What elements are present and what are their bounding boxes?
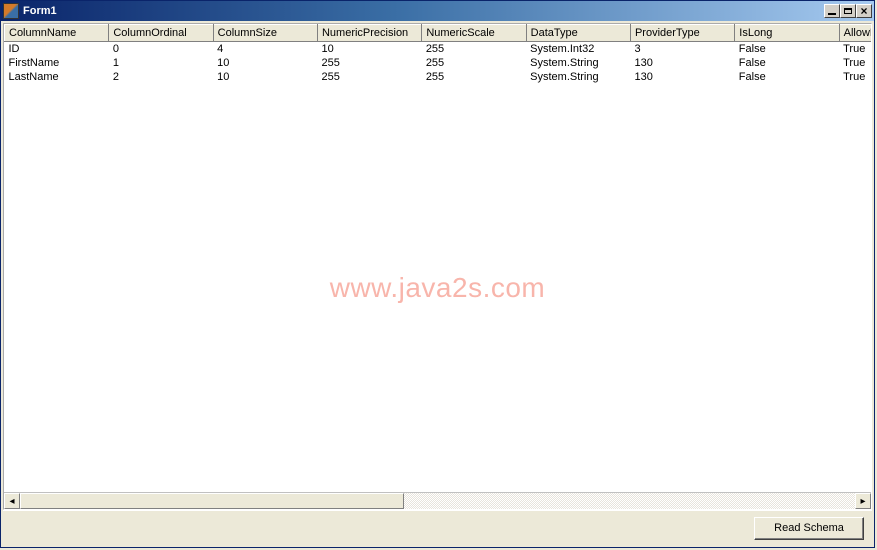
window-title: Form1 — [23, 5, 824, 17]
table-cell: 130 — [630, 70, 734, 84]
column-header[interactable]: DataType — [526, 25, 630, 42]
table-cell: ID — [5, 42, 109, 57]
maximize-button[interactable] — [840, 4, 856, 18]
table-cell: 10 — [317, 42, 421, 57]
table-cell: 255 — [422, 70, 526, 84]
minimize-button[interactable] — [824, 4, 840, 18]
table-cell: 10 — [213, 70, 317, 84]
table-cell: 255 — [317, 70, 421, 84]
table-cell: System.String — [526, 70, 630, 84]
listview-body: ColumnNameColumnOrdinalColumnSizeNumeric… — [4, 24, 871, 492]
titlebar[interactable]: Form1 × — [1, 1, 874, 21]
column-header[interactable]: NumericPrecision — [317, 25, 421, 42]
column-header[interactable]: ColumnOrdinal — [109, 25, 213, 42]
column-header[interactable]: ColumnSize — [213, 25, 317, 42]
scroll-left-button[interactable]: ◂ — [4, 493, 20, 509]
table-cell: True — [839, 70, 871, 84]
window-frame: Form1 × ColumnNameColumnOrdinalColumnSiz… — [0, 0, 875, 548]
column-header[interactable]: ColumnName — [5, 25, 109, 42]
table-cell: 3 — [630, 42, 734, 57]
table-row[interactable]: ID0410255System.Int323FalseTrue — [5, 42, 872, 57]
column-header[interactable]: IsLong — [735, 25, 839, 42]
scroll-thumb[interactable] — [20, 493, 404, 509]
table-cell: System.Int32 — [526, 42, 630, 57]
table-cell: 1 — [109, 56, 213, 70]
app-icon — [3, 3, 19, 19]
close-button[interactable]: × — [856, 4, 872, 18]
read-schema-button[interactable]: Read Schema — [754, 517, 864, 540]
table-cell: 2 — [109, 70, 213, 84]
table-cell: 130 — [630, 56, 734, 70]
table-cell: FirstName — [5, 56, 109, 70]
table-cell: 0 — [109, 42, 213, 57]
table-cell: 255 — [317, 56, 421, 70]
table-cell: System.String — [526, 56, 630, 70]
scroll-right-button[interactable]: ▸ — [855, 493, 871, 509]
table-row[interactable]: FirstName110255255System.String130FalseT… — [5, 56, 872, 70]
window-controls: × — [824, 4, 872, 18]
client-area: ColumnNameColumnOrdinalColumnSizeNumeric… — [1, 21, 874, 547]
table-cell: False — [735, 70, 839, 84]
column-header[interactable]: ProviderType — [630, 25, 734, 42]
table-cell: True — [839, 42, 871, 57]
listview[interactable]: ColumnNameColumnOrdinalColumnSizeNumeric… — [3, 23, 872, 510]
table-cell: False — [735, 42, 839, 57]
table-cell: 255 — [422, 42, 526, 57]
column-header[interactable]: NumericScale — [422, 25, 526, 42]
table-cell: False — [735, 56, 839, 70]
table-row[interactable]: LastName210255255System.String130FalseTr… — [5, 70, 872, 84]
schema-table: ColumnNameColumnOrdinalColumnSizeNumeric… — [4, 24, 871, 84]
table-cell: 10 — [213, 56, 317, 70]
bottom-bar: Read Schema — [3, 510, 872, 545]
horizontal-scrollbar[interactable]: ◂ ▸ — [4, 492, 871, 509]
table-cell: 4 — [213, 42, 317, 57]
table-cell: True — [839, 56, 871, 70]
scroll-track[interactable] — [20, 493, 855, 509]
watermark: www.java2s.com — [4, 272, 871, 304]
table-cell: 255 — [422, 56, 526, 70]
table-cell: LastName — [5, 70, 109, 84]
column-header[interactable]: AllowDBNull — [839, 25, 871, 42]
